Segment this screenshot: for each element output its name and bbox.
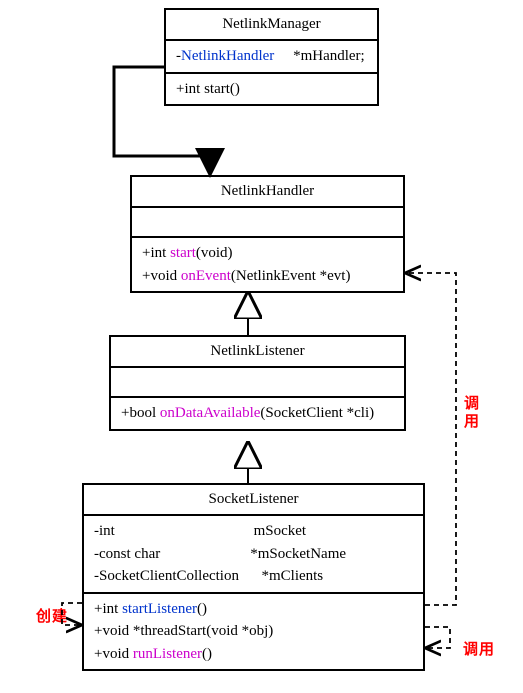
- attr-row: -const char *mSocketName: [94, 543, 413, 566]
- class-netlinklistener: NetlinkListener +bool onDataAvailable(So…: [109, 335, 406, 431]
- label-call-right: 调用: [460, 395, 481, 431]
- op-row: +int startListener(): [94, 598, 413, 621]
- op-row: +int start(void): [142, 242, 393, 265]
- edge-call-loop-right: [425, 627, 450, 648]
- class-ops: +int start(void) +void onEvent(NetlinkEv…: [132, 238, 403, 291]
- class-socketlistener: SocketListener -int mSocket -const char …: [82, 483, 425, 671]
- attr-row: -NetlinkHandler *mHandler;: [176, 45, 367, 68]
- diagram-canvas: NetlinkManager -NetlinkHandler *mHandler…: [0, 0, 523, 693]
- attr-row: -SocketClientCollection *mClients: [94, 565, 413, 588]
- class-attrs: [132, 208, 403, 238]
- op-row: +int start(): [176, 78, 367, 101]
- label-call-bottom: 调用: [463, 638, 495, 659]
- class-attrs: -NetlinkHandler *mHandler;: [166, 41, 377, 74]
- class-ops: +int start(): [166, 74, 377, 105]
- class-ops: +int startListener() +void *threadStart(…: [84, 594, 423, 670]
- label-create-left: 创建: [36, 605, 68, 626]
- op-row: +void onEvent(NetlinkEvent *evt): [142, 265, 393, 288]
- class-title: NetlinkListener: [111, 337, 404, 368]
- class-netlinkmanager: NetlinkManager -NetlinkHandler *mHandler…: [164, 8, 379, 106]
- class-title: NetlinkHandler: [132, 177, 403, 208]
- class-ops: +bool onDataAvailable(SocketClient *cli): [111, 398, 404, 429]
- class-title: NetlinkManager: [166, 10, 377, 41]
- op-row: +void *threadStart(void *obj): [94, 620, 413, 643]
- class-title: SocketListener: [84, 485, 423, 516]
- attr-row: -int mSocket: [94, 520, 413, 543]
- op-row: +bool onDataAvailable(SocketClient *cli): [121, 402, 394, 425]
- op-row: +void runListener(): [94, 643, 413, 666]
- class-attrs: [111, 368, 404, 398]
- class-attrs: -int mSocket -const char *mSocketName -S…: [84, 516, 423, 594]
- class-netlinkhandler: NetlinkHandler +int start(void) +void on…: [130, 175, 405, 293]
